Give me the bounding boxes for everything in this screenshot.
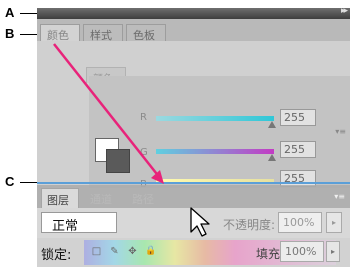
drop-zone-indicator bbox=[37, 182, 350, 184]
callout-b-label: B bbox=[5, 26, 15, 41]
slider-r-label: R bbox=[140, 112, 147, 123]
panel-group: ▸▸ 颜色 样式 色板 颜色 ▾≡ R 255 G 255 B 255 图层 通… bbox=[37, 8, 350, 267]
expand-panels-icon[interactable]: ▸▸ bbox=[341, 8, 348, 16]
fill-stepper-button[interactable]: ▸ bbox=[326, 241, 340, 262]
callout-c-line bbox=[20, 182, 37, 183]
callout-a-label: A bbox=[5, 5, 15, 20]
lock-transparent-icon[interactable]: □ bbox=[91, 246, 102, 257]
slider-r-thumb[interactable] bbox=[268, 121, 276, 128]
blend-mode-select[interactable]: 正常 bbox=[41, 212, 117, 234]
tab-styles[interactable]: 样式 bbox=[83, 24, 123, 42]
ghost-panel-menu-icon: ▾≡ bbox=[335, 127, 346, 136]
slider-g-value[interactable]: 255 bbox=[280, 141, 316, 158]
layers-panel-menu-icon[interactable]: ▾≡ bbox=[334, 192, 345, 201]
slider-r-track[interactable] bbox=[156, 116, 274, 121]
tab-channels[interactable]: 通道 bbox=[85, 188, 123, 208]
slider-g-thumb[interactable] bbox=[268, 154, 276, 161]
layers-lock-row: 锁定: □ ✎ ✥ 🔒 填充: 100% ▸ bbox=[37, 238, 350, 267]
opacity-stepper-button[interactable]: ▸ bbox=[326, 212, 342, 233]
opacity-input[interactable]: 100% bbox=[278, 212, 322, 233]
layers-options-row: 正常 不透明度: 100% ▸ bbox=[37, 208, 350, 238]
lock-paint-icon[interactable]: ✎ bbox=[109, 246, 120, 257]
panel-tab-strip: 颜色 样式 色板 bbox=[37, 19, 350, 42]
panel-title-bar[interactable]: ▸▸ bbox=[37, 8, 350, 19]
slider-r-value[interactable]: 255 bbox=[280, 109, 316, 126]
tab-paths[interactable]: 路径 bbox=[127, 188, 165, 208]
lock-label: 锁定: bbox=[41, 248, 72, 263]
fill-input[interactable]: 100% bbox=[280, 241, 324, 262]
lock-all-icon[interactable]: 🔒 bbox=[145, 246, 156, 257]
lock-move-icon[interactable]: ✥ bbox=[127, 246, 138, 257]
tab-swatches[interactable]: 色板 bbox=[126, 24, 166, 42]
callout-c-label: C bbox=[5, 174, 15, 189]
tab-layers[interactable]: 图层 bbox=[41, 188, 79, 208]
slider-g-track[interactable] bbox=[156, 149, 274, 154]
slider-g-label: G bbox=[140, 147, 148, 158]
tab-color[interactable]: 颜色 bbox=[40, 24, 80, 42]
layers-tab-strip: 图层 通道 路径 ▾≡ bbox=[37, 185, 350, 208]
callout-a-line bbox=[20, 13, 37, 14]
opacity-label: 不透明度: bbox=[223, 218, 276, 232]
background-color-swatch[interactable] bbox=[106, 149, 130, 173]
